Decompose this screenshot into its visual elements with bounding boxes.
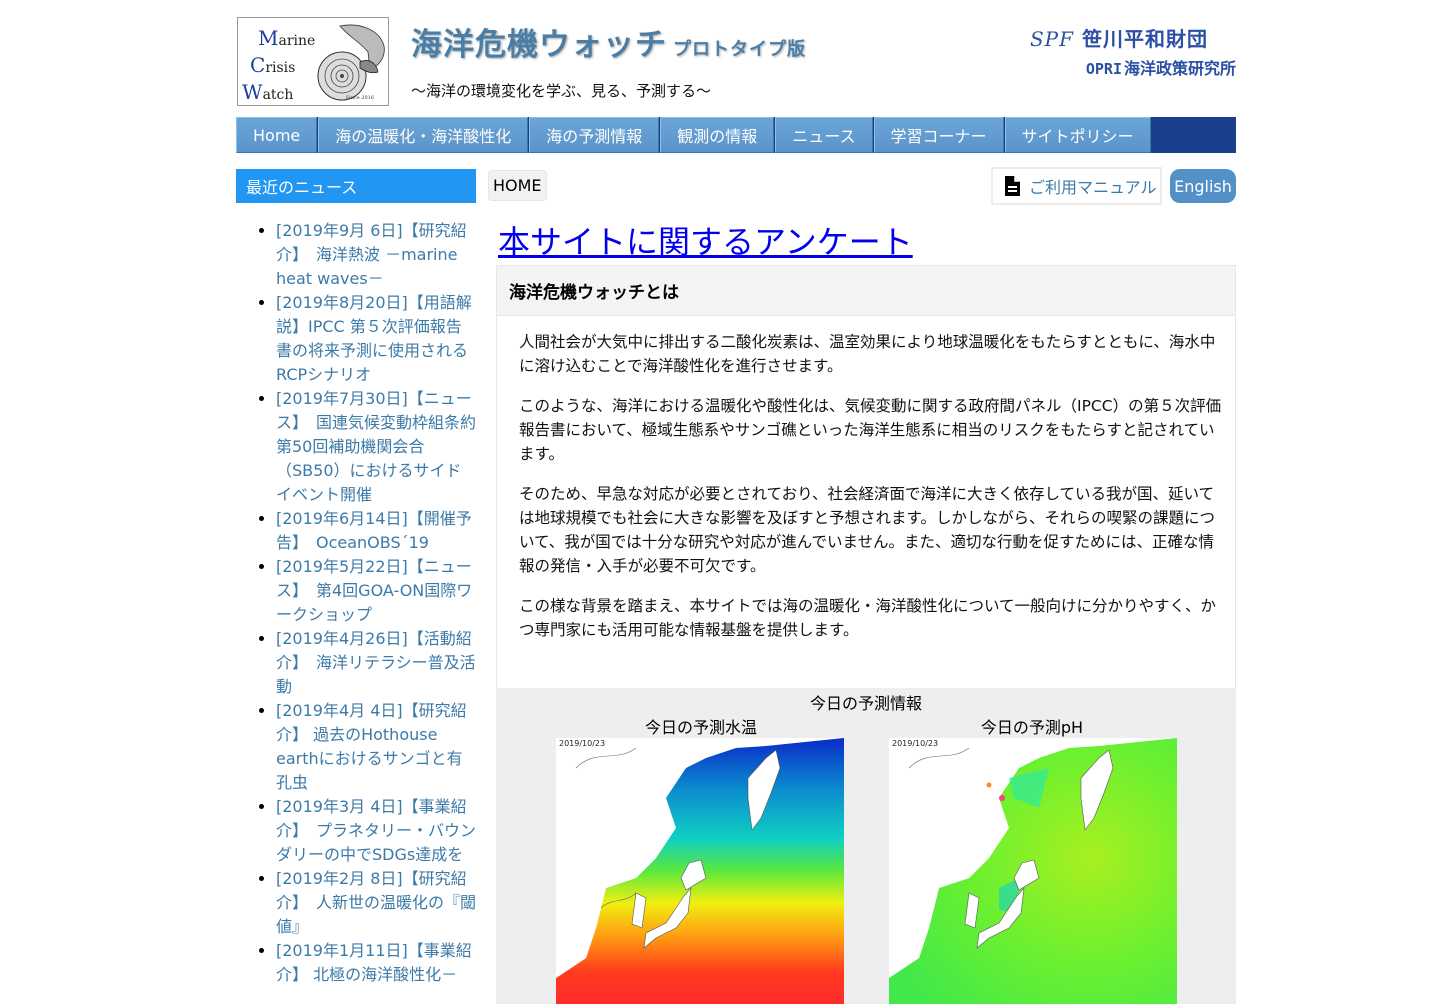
nav-home[interactable]: Home — [236, 117, 318, 153]
forecast-title: 今日の予測情報 — [809, 694, 922, 713]
about-paragraph: 人間社会が大気中に排出する二酸化炭素は、温室効果により地球温暖化をもたらすととも… — [519, 333, 1216, 375]
news-item: [2019年3月 4日]【事業紹介】 プラネタリー・バウンダリーの中でSDGs達… — [276, 795, 476, 867]
main-nav: Home 海の温暖化・海洋酸性化 海の予測情報 観測の情報 ニュース 学習コーナ… — [236, 117, 1236, 153]
news-link[interactable]: [2019年4月 4日]【研究紹介】 過去のHothouse earthにおける… — [276, 701, 467, 792]
about-body: 人間社会が大気中に排出する二酸化炭素は、温室効果により地球温暖化をもたらすととも… — [497, 316, 1235, 642]
map-date: 2019/10/23 — [892, 739, 939, 748]
logo-since: Since 2016 — [345, 95, 374, 101]
about-panel: 海洋危機ウォッチとは 人間社会が大気中に排出する二酸化炭素は、温室効果により地球… — [496, 265, 1236, 689]
logo-letter: W — [242, 80, 263, 104]
about-heading: 海洋危機ウォッチとは — [497, 266, 1235, 316]
survey-link[interactable]: 本サイトに関するアンケート — [498, 217, 913, 263]
site-title-main: 海洋危機ウォッチ — [411, 27, 667, 63]
news-item: [2019年9月 6日]【研究紹介】 海洋熱波 －marine heat wav… — [276, 219, 476, 291]
logo-text: Marine Crisis Watch — [242, 26, 315, 105]
english-button[interactable]: English — [1170, 169, 1236, 203]
nav-learning[interactable]: 学習コーナー — [873, 117, 1004, 153]
sea-temperature-map-image — [556, 738, 844, 1004]
forecast-section: 今日の予測情報 今日の予測水温 2019/10/23 今日の予測pH 2019/… — [496, 688, 1236, 1004]
news-item: [2019年8月20日]【用語解説】IPCC 第５次評価報告書の将来予測に使用さ… — [276, 291, 476, 387]
spf-name: 笹川平和財団 — [1082, 27, 1208, 51]
spf-abbr: SPF — [1029, 27, 1074, 51]
opri-abbr: OPRI — [1085, 60, 1122, 78]
recent-news-heading: 最近のニュース — [236, 169, 476, 203]
news-item: [2019年5月22日]【ニュース】 第4回GOA-ON国際ワークショップ — [276, 555, 476, 627]
user-manual-label: ご利用マニュアル — [1029, 178, 1157, 197]
about-paragraph: そのため、早急な対応が必要とされており、社会経済面で海洋に大きく依存している我が… — [519, 485, 1215, 575]
news-item: [2019年6月14日]【開催予告】 OceanOBS´19 — [276, 507, 476, 555]
map-date: 2019/10/23 — [559, 739, 606, 748]
news-link[interactable]: [2019年2月 8日]【研究紹介】 人新世の温暖化の『閾値』 — [276, 869, 476, 936]
nav-forecast[interactable]: 海の予測情報 — [529, 117, 660, 153]
ph-forecast-label: 今日の予測pH — [980, 718, 1084, 737]
ph-forecast-map[interactable]: 2019/10/23 — [889, 738, 1177, 1004]
logo-letter: C — [250, 53, 266, 77]
spf-logo[interactable]: SPF 笹川平和財団 — [1030, 23, 1208, 52]
nav-news[interactable]: ニュース — [775, 117, 873, 153]
news-link[interactable]: [2019年5月22日]【ニュース】 第4回GOA-ON国際ワークショップ — [276, 557, 472, 624]
logo-word: risis — [265, 60, 296, 76]
news-link[interactable]: [2019年9月 6日]【研究紹介】 海洋熱波 －marine heat wav… — [276, 221, 467, 288]
ph-map-image — [889, 738, 1177, 1004]
site-header: Marine Crisis Watch Since 2016 海洋危機ウォッチプ… — [236, 17, 1236, 107]
site-title[interactable]: 海洋危機ウォッチ プロトタイプ版 — [411, 19, 806, 64]
marine-crisis-watch-logo[interactable]: Marine Crisis Watch Since 2016 — [237, 17, 389, 106]
news-item: [2019年1月11日]【事業紹介】 北極の海洋酸性化－ — [276, 939, 476, 987]
about-paragraph: この様な背景を踏まえ、本サイトでは海の温暖化・海洋酸性化について一般向けに分かり… — [519, 597, 1217, 639]
sidebar: 最近のニュース [2019年9月 6日]【研究紹介】 海洋熱波 －marine … — [236, 169, 476, 987]
news-link[interactable]: [2019年1月11日]【事業紹介】 北極の海洋酸性化－ — [276, 941, 472, 984]
logo-letter: M — [258, 26, 279, 50]
news-link[interactable]: [2019年4月26日]【活動紹介】 海洋リテラシー普及活動 — [276, 629, 476, 696]
news-item: [2019年7月30日]【ニュース】 国連気候変動枠組条約第50回補助機関会合（… — [276, 387, 476, 507]
about-paragraph: このような、海洋における温暖化や酸性化は、気候変動に関する政府間パネル（IPCC… — [519, 397, 1222, 463]
news-list: [2019年9月 6日]【研究紹介】 海洋熱波 －marine heat wav… — [236, 219, 476, 987]
news-item: [2019年4月26日]【活動紹介】 海洋リテラシー普及活動 — [276, 627, 476, 699]
pteropod-shell-icon — [317, 24, 385, 101]
opri-name: 海洋政策研究所 — [1123, 59, 1236, 78]
site-tagline: ～海洋の環境変化を学ぶ、見る、予測する～ — [411, 82, 712, 100]
news-link[interactable]: [2019年6月14日]【開催予告】 OceanOBS´19 — [276, 509, 472, 552]
nav-observation[interactable]: 観測の情報 — [660, 117, 775, 153]
news-link[interactable]: [2019年8月20日]【用語解説】IPCC 第５次評価報告書の将来予測に使用さ… — [276, 293, 472, 384]
news-link[interactable]: [2019年7月30日]【ニュース】 国連気候変動枠組条約第50回補助機関会合（… — [276, 389, 476, 504]
temp-forecast-map[interactable]: 2019/10/23 — [556, 738, 844, 1004]
news-item: [2019年4月 4日]【研究紹介】 過去のHothouse earthにおける… — [276, 699, 476, 795]
news-item: [2019年2月 8日]【研究紹介】 人新世の温暖化の『閾値』 — [276, 867, 476, 939]
logo-word: atch — [262, 87, 294, 103]
news-link[interactable]: [2019年3月 4日]【事業紹介】 プラネタリー・バウンダリーの中でSDGs達… — [276, 797, 476, 864]
document-icon — [1005, 176, 1020, 196]
breadcrumb-home[interactable]: HOME — [488, 170, 547, 201]
nav-site-policy[interactable]: サイトポリシー — [1004, 117, 1151, 153]
nav-warming-acidification[interactable]: 海の温暖化・海洋酸性化 — [318, 117, 529, 153]
user-manual-button[interactable]: ご利用マニュアル — [991, 167, 1162, 205]
site-title-sub: プロトタイプ版 — [673, 39, 806, 60]
opri-logo[interactable]: OPRI 海洋政策研究所 — [1086, 55, 1236, 79]
temp-forecast-label: 今日の予測水温 — [644, 718, 757, 737]
